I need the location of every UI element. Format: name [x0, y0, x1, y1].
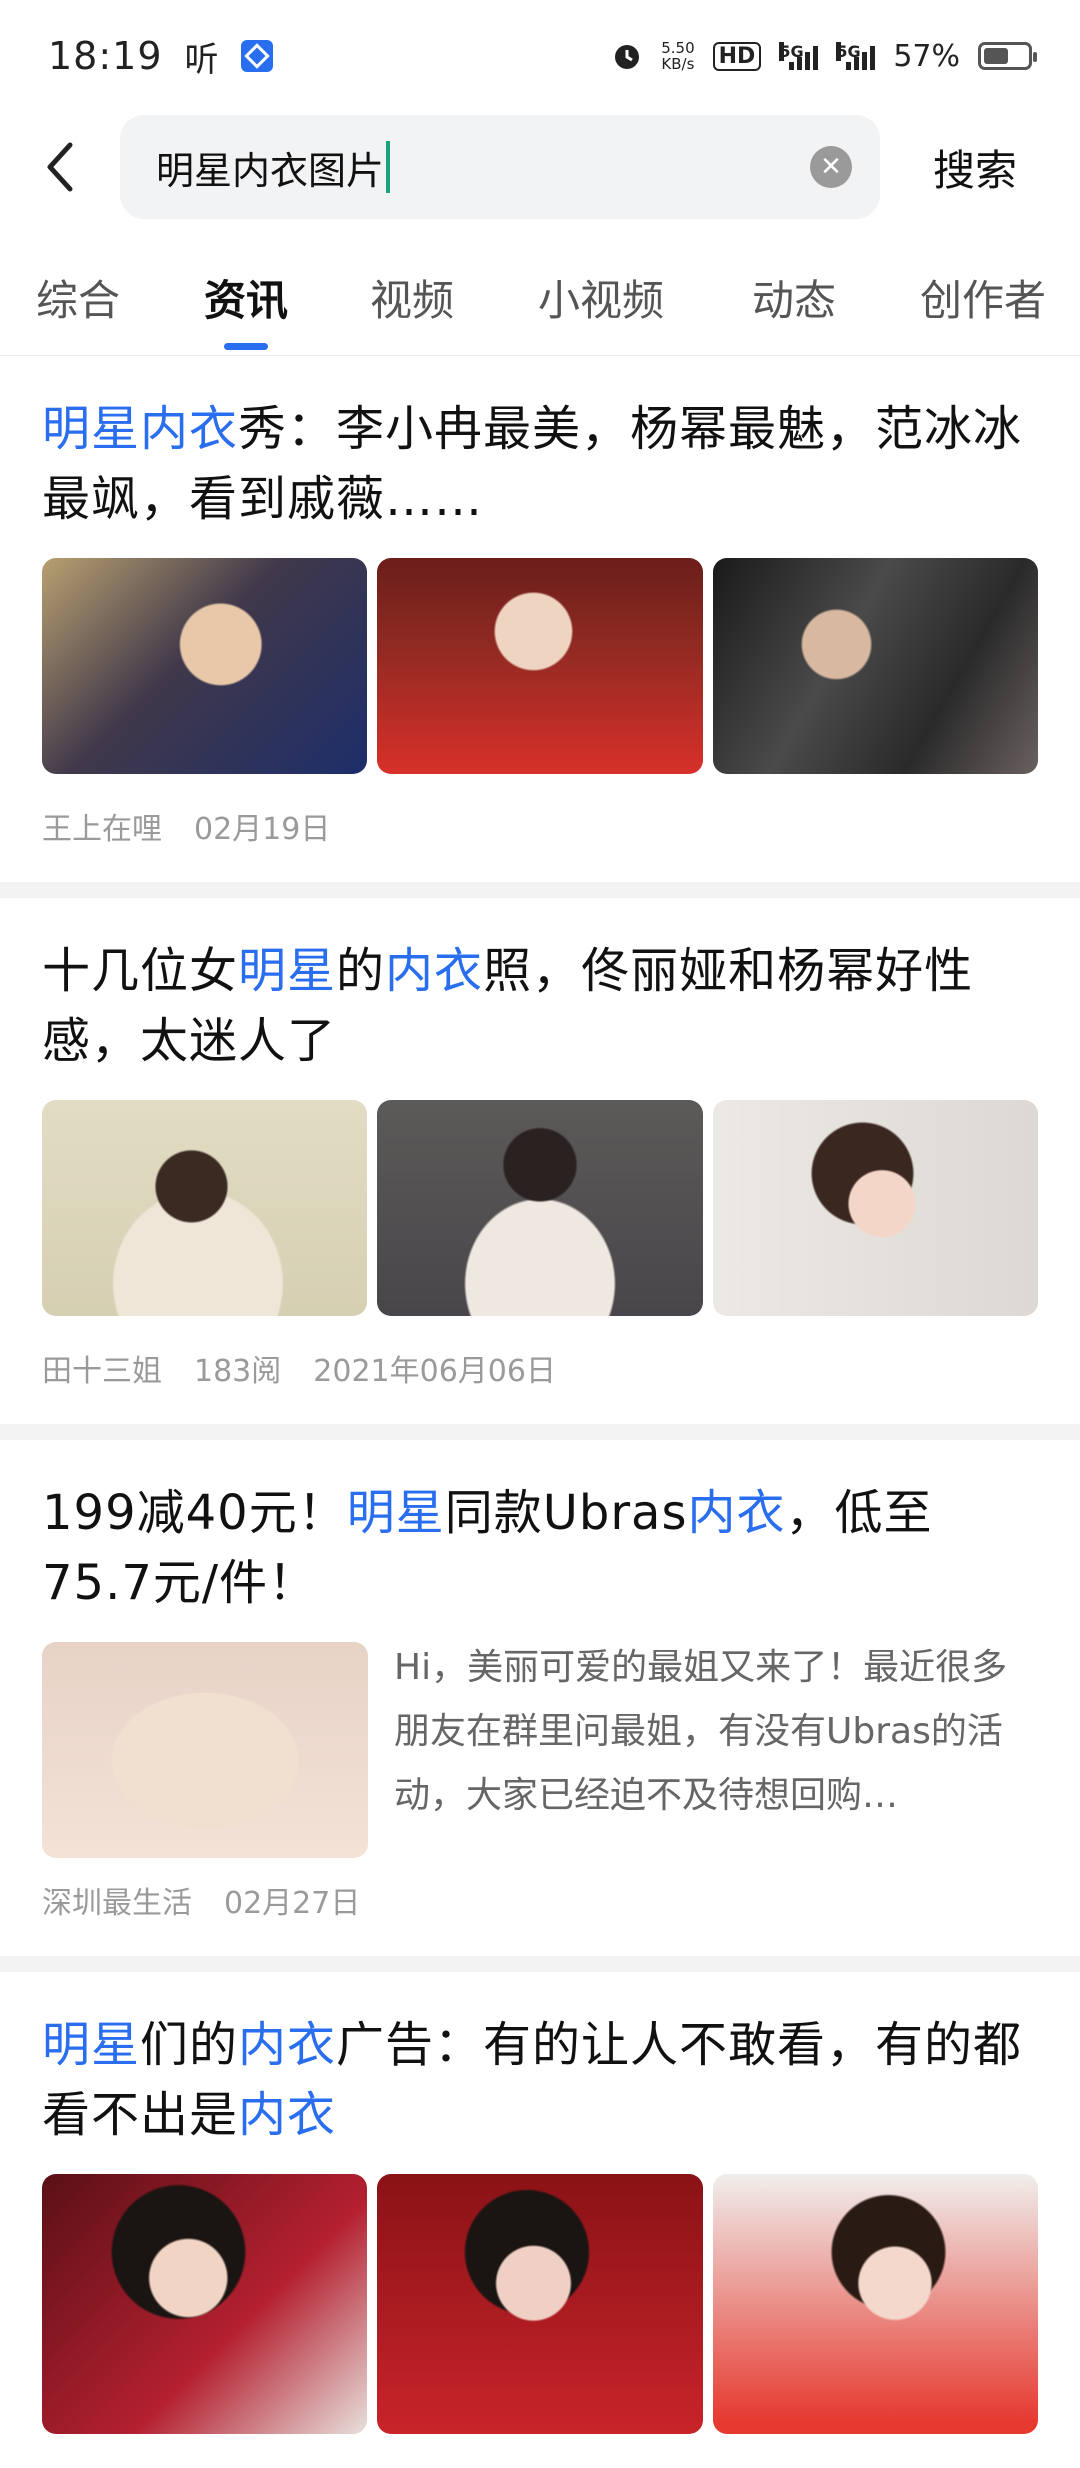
- title-text: 同款Ubras: [444, 1485, 688, 1541]
- status-bar: 18:19 听 5.50 KB/s HD 5G 5G 57%: [0, 0, 1080, 112]
- article-date: 2021年06月06日: [313, 1354, 556, 1389]
- article-date: 02月27日: [224, 1886, 361, 1921]
- network-speed-unit: KB/s: [661, 55, 695, 73]
- article-date: 02月19日: [194, 812, 331, 847]
- listen-indicator: 听: [184, 39, 219, 80]
- article-images: [42, 2174, 1038, 2434]
- signal-2-label: 5G: [836, 42, 861, 61]
- status-right: 5.50 KB/s HD 5G 5G 57%: [611, 38, 1037, 74]
- article-image[interactable]: [42, 2174, 368, 2434]
- title-text: 的: [336, 943, 386, 999]
- battery-percent: 57%: [893, 38, 960, 74]
- article-image[interactable]: [712, 2174, 1038, 2434]
- signal-1-label: 5G: [779, 42, 804, 61]
- tab-2[interactable]: 视频: [370, 267, 454, 328]
- article-title[interactable]: 199减40元！明星同款Ubras内衣，低至75.7元/件！: [42, 1478, 1038, 1618]
- article-reads: 183阅: [194, 1354, 282, 1389]
- clear-icon[interactable]: ✕: [810, 146, 852, 188]
- keyword-highlight: 内衣: [238, 2017, 337, 2073]
- keyword-highlight: 明星内衣: [42, 401, 239, 457]
- article-card[interactable]: 明星内衣秀：李小冉最美，杨幂最魅，范冰冰最飒，看到戚薇…… 王上在哩 02月19…: [0, 356, 1080, 882]
- article-meta: 深圳最生活 02月27日: [42, 1878, 1038, 1922]
- article-image[interactable]: [377, 2174, 703, 2434]
- keyword-highlight: 内衣: [385, 943, 484, 999]
- divider: [0, 1424, 1080, 1440]
- article-image[interactable]: [42, 1642, 368, 1858]
- keyword-highlight: 内衣: [687, 1485, 786, 1541]
- tab-4[interactable]: 动态: [752, 267, 836, 328]
- search-query-text: 明星内衣图片: [156, 148, 385, 193]
- article-image[interactable]: [42, 558, 368, 774]
- article-title[interactable]: 明星内衣秀：李小冉最美，杨幂最魅，范冰冰最飒，看到戚薇……: [42, 394, 1038, 534]
- search-query[interactable]: 明星内衣图片: [156, 140, 810, 195]
- status-time: 18:19: [48, 34, 163, 78]
- tab-5[interactable]: 创作者: [920, 267, 1046, 328]
- article-author: 田十三姐: [42, 1354, 162, 1389]
- signal-icon-1: 5G: [779, 42, 819, 70]
- keyword-highlight: 明星: [42, 2017, 141, 2073]
- title-text: 们的: [140, 2017, 239, 2073]
- article-title[interactable]: 明星们的内衣广告：有的让人不敢看，有的都看不出是内衣: [42, 2010, 1038, 2150]
- alarm-icon: [615, 45, 640, 69]
- keyword-highlight: 明星: [346, 1485, 445, 1541]
- article-images: [42, 1100, 1038, 1316]
- tab-3[interactable]: 小视频: [538, 267, 664, 328]
- app-notification-icon: [240, 40, 273, 72]
- search-button[interactable]: 搜索: [880, 137, 1080, 198]
- article-body: Hi，美丽可爱的最姐又来了！最近很多朋友在群里问最姐，有没有Ubras的活动，大…: [42, 1642, 1038, 1858]
- article-card[interactable]: 199减40元！明星同款Ubras内衣，低至75.7元/件！ Hi，美丽可爱的最…: [0, 1440, 1080, 1956]
- search-header: 明星内衣图片 ✕ 搜索: [0, 112, 1080, 222]
- keyword-highlight: 内衣: [238, 2087, 337, 2143]
- tab-0[interactable]: 综合: [36, 267, 120, 328]
- signal-icon-2: 5G: [836, 42, 876, 70]
- article-card[interactable]: 十几位女明星的内衣照，佟丽娅和杨幂好性感，太迷人了 田十三姐 183阅 2021…: [0, 898, 1080, 1424]
- article-meta: 王上在哩 02月19日: [42, 804, 1038, 848]
- back-button[interactable]: [0, 112, 120, 222]
- article-title[interactable]: 十几位女明星的内衣照，佟丽娅和杨幂好性感，太迷人了: [42, 936, 1038, 1076]
- article-image[interactable]: [42, 1100, 368, 1316]
- article-author: 王上在哩: [42, 812, 162, 847]
- network-speed-value: 5.50: [661, 39, 695, 57]
- hd-icon: HD: [712, 41, 762, 71]
- title-text: 十几位女: [42, 943, 239, 999]
- article-image[interactable]: [377, 1100, 703, 1316]
- search-input[interactable]: 明星内衣图片 ✕: [120, 115, 880, 219]
- divider: [0, 882, 1080, 898]
- article-snippet: Hi，美丽可爱的最姐又来了！最近很多朋友在群里问最姐，有没有Ubras的活动，大…: [394, 1647, 1008, 1816]
- article-image[interactable]: [712, 558, 1038, 774]
- article-author: 深圳最生活: [42, 1886, 192, 1921]
- text-caret: [386, 141, 391, 193]
- keyword-highlight: 明星: [238, 943, 337, 999]
- news-feed: 明星内衣秀：李小冉最美，杨幂最魅，范冰冰最飒，看到戚薇…… 王上在哩 02月19…: [0, 356, 1080, 2468]
- network-speed: 5.50 KB/s: [661, 40, 694, 72]
- article-card[interactable]: 明星们的内衣广告：有的让人不敢看，有的都看不出是内衣: [0, 1972, 1080, 2468]
- status-left: 18:19 听: [48, 32, 273, 81]
- back-arrow-icon: [47, 142, 73, 192]
- article-images: [42, 558, 1038, 774]
- category-tabs: 综合 资讯 视频 小视频 动态 创作者: [0, 240, 1080, 356]
- battery-icon: [978, 42, 1037, 70]
- divider: [0, 1956, 1080, 1972]
- article-image[interactable]: [712, 1100, 1038, 1316]
- title-text: 199减40元！: [42, 1485, 347, 1541]
- article-meta: 田十三姐 183阅 2021年06月06日: [42, 1346, 1038, 1390]
- tab-1[interactable]: 资讯: [204, 267, 288, 328]
- article-image[interactable]: [377, 558, 703, 774]
